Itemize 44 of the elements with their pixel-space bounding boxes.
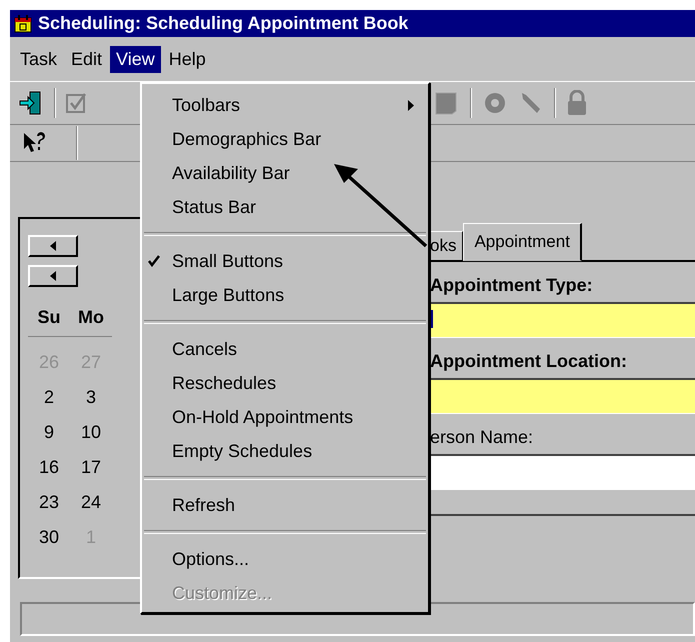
tab[interactable]: Appointment <box>463 223 582 261</box>
calendar-day[interactable]: 10 <box>70 415 112 450</box>
previous-button[interactable] <box>28 265 78 287</box>
calendar-day[interactable]: 23 <box>28 485 70 520</box>
menu-item[interactable]: On-Hold Appointments <box>142 400 428 434</box>
help-pointer-icon[interactable] <box>22 131 46 155</box>
calendar-day[interactable]: 9 <box>28 415 70 450</box>
calendar-day[interactable]: 16 <box>28 450 70 485</box>
menu-item[interactable]: Demographics Bar <box>142 122 428 156</box>
menu-item[interactable]: Edit <box>65 46 108 72</box>
menu-item[interactable]: Options... <box>142 542 428 576</box>
menu-item[interactable]: Reschedules <box>142 366 428 400</box>
left-triangle-icon <box>50 241 56 251</box>
menu-item[interactable]: Large Buttons <box>142 278 428 312</box>
weekday-label: Mo <box>70 307 112 337</box>
submenu-arrow-icon <box>408 100 414 111</box>
menu-item[interactable]: Task <box>14 46 64 72</box>
input-field[interactable] <box>430 378 695 414</box>
menu-item[interactable]: Help <box>162 46 212 72</box>
menu-item[interactable]: Small Buttons <box>142 244 428 278</box>
menu-item[interactable]: View <box>110 46 161 72</box>
input-field[interactable] <box>430 302 695 338</box>
check-icon <box>148 255 160 267</box>
calendar-day[interactable]: 2 <box>28 380 70 415</box>
menu-item[interactable]: Status Bar <box>142 190 428 224</box>
calendar-day[interactable]: 24 <box>70 485 112 520</box>
previous-button[interactable] <box>28 235 78 257</box>
calendar-day[interactable]: 3 <box>70 380 112 415</box>
calendar-day[interactable]: 30 <box>28 520 70 555</box>
left-triangle-icon <box>50 271 56 281</box>
weekday-label: Su <box>28 307 70 337</box>
input-field[interactable] <box>430 454 695 490</box>
field-label: erson Name: <box>430 426 534 449</box>
menu-item[interactable]: Availability Bar <box>142 156 428 190</box>
calendar-day[interactable]: 17 <box>70 450 112 485</box>
menu-item[interactable]: Empty Schedules <box>142 434 428 468</box>
menu-item[interactable]: Refresh <box>142 488 428 522</box>
field-label: Appointment Location: <box>430 350 628 373</box>
window-title: Scheduling: Scheduling Appointment Book <box>38 13 408 34</box>
calendar-icon <box>14 14 32 32</box>
checkbox-icon[interactable] <box>66 92 88 114</box>
menu-item[interactable]: Toolbars <box>142 88 428 122</box>
menu-item[interactable]: Cancels <box>142 332 428 366</box>
field-label: Appointment Type: <box>430 274 594 297</box>
